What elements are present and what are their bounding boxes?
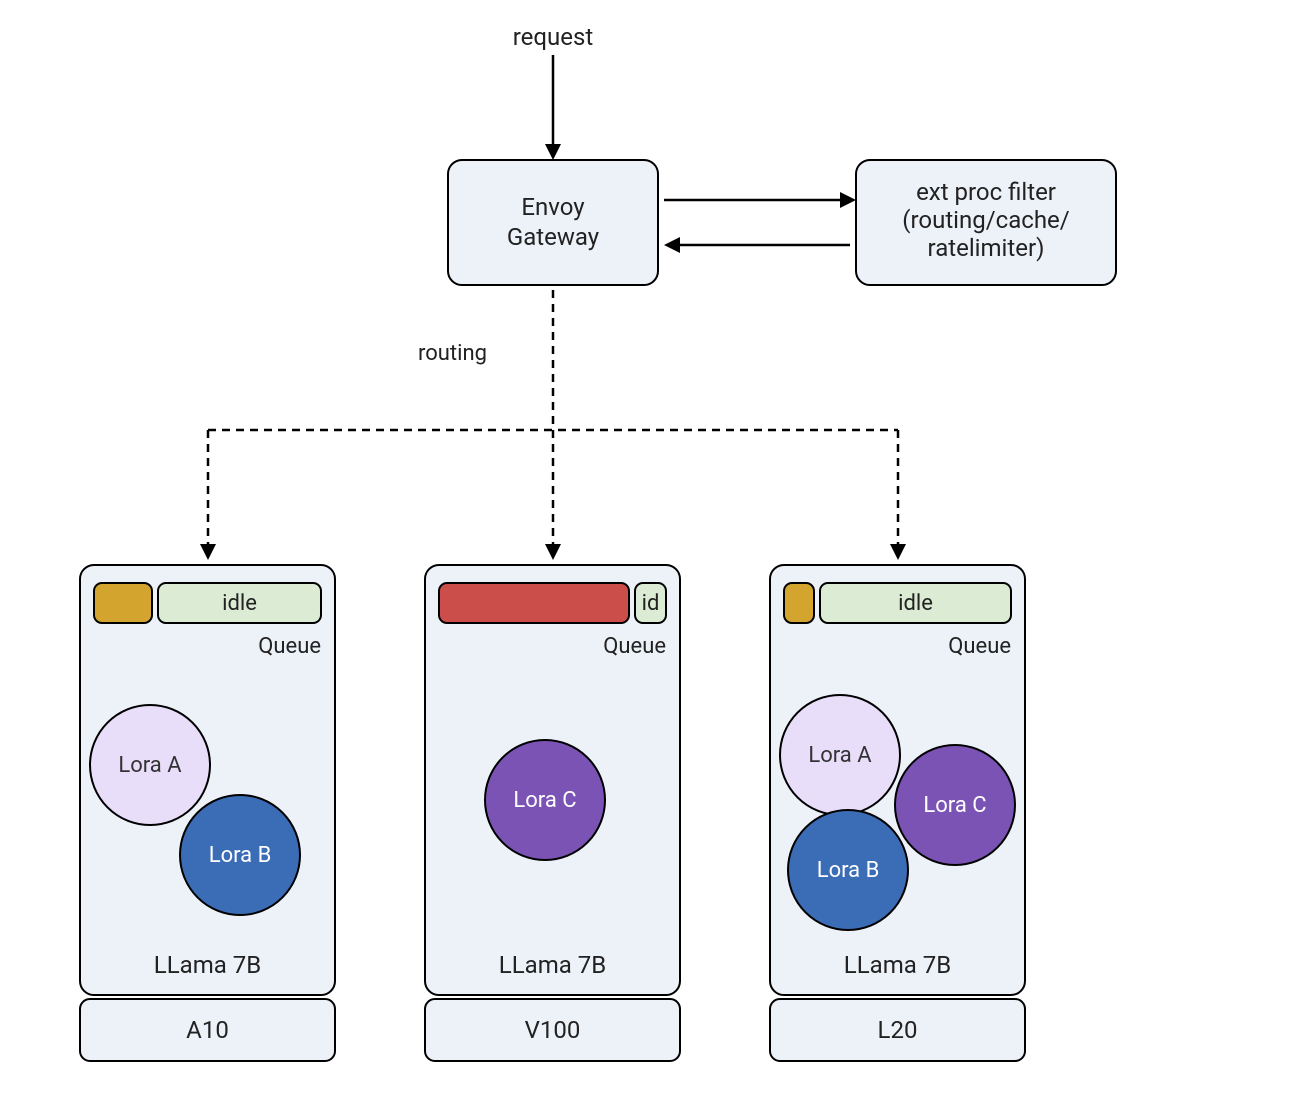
gpu-label: A10: [186, 1016, 229, 1044]
routing-lines: [200, 290, 906, 560]
queue-label: Queue: [948, 634, 1011, 659]
queue-label: Queue: [258, 634, 321, 659]
queue-busy-bar: [94, 583, 152, 623]
ext-proc-filter-box: ext proc filter (routing/cache/ ratelimi…: [856, 160, 1116, 285]
routing-label: routing: [418, 341, 487, 366]
queue-busy-bar: [784, 583, 814, 623]
ext-proc-label-2: (routing/cache/: [902, 206, 1069, 234]
lora-label-lora-c: Lora C: [923, 793, 986, 818]
queue-label: Queue: [603, 634, 666, 659]
arrow-extproc-to-envoy: [664, 237, 850, 253]
arrow-envoy-to-extproc: [664, 192, 856, 208]
ext-proc-label-1: ext proc filter: [916, 178, 1056, 206]
gpu-node-a10: idleQueue Lora A Lora B LLama 7B A10: [80, 565, 335, 1061]
gpu-label: L20: [878, 1016, 918, 1044]
lora-label-lora-c: Lora C: [513, 788, 576, 813]
idle-label: id: [642, 591, 660, 616]
idle-label: idle: [898, 591, 933, 616]
lora-label-lora-a: Lora A: [118, 753, 182, 778]
gpu-nodes: idleQueueLora ALora BLLama 7BA10idQueueL…: [80, 565, 1025, 1061]
queue-busy-bar: [439, 583, 629, 623]
model-label: LLama 7B: [499, 951, 606, 979]
lora-label-lora-a: Lora A: [808, 743, 872, 768]
lora-label-lora-b: Lora B: [209, 843, 272, 868]
lora-label-lora-b: Lora B: [817, 858, 880, 883]
ext-proc-label-3: ratelimiter): [928, 234, 1045, 262]
model-label: LLama 7B: [844, 951, 951, 979]
gpu-node-l20: idle Queue Lora A Lora C Lora B LLama 7B L20: [770, 565, 1025, 1061]
envoy-gateway-box: Envoy Gateway: [448, 160, 658, 285]
request-label: request: [513, 23, 594, 51]
envoy-gateway-label-2: Gateway: [507, 223, 600, 251]
gpu-node-v100: id Queue Lora C LLama 7B V100: [425, 565, 680, 1061]
model-label: LLama 7B: [154, 951, 261, 979]
idle-label: idle: [222, 591, 257, 616]
arrow-request-to-envoy: [545, 55, 561, 160]
envoy-gateway-label-1: Envoy: [521, 193, 585, 221]
gpu-label: V100: [525, 1016, 581, 1044]
architecture-diagram: request Envoy Gateway ext proc filter (r…: [0, 0, 1304, 1106]
